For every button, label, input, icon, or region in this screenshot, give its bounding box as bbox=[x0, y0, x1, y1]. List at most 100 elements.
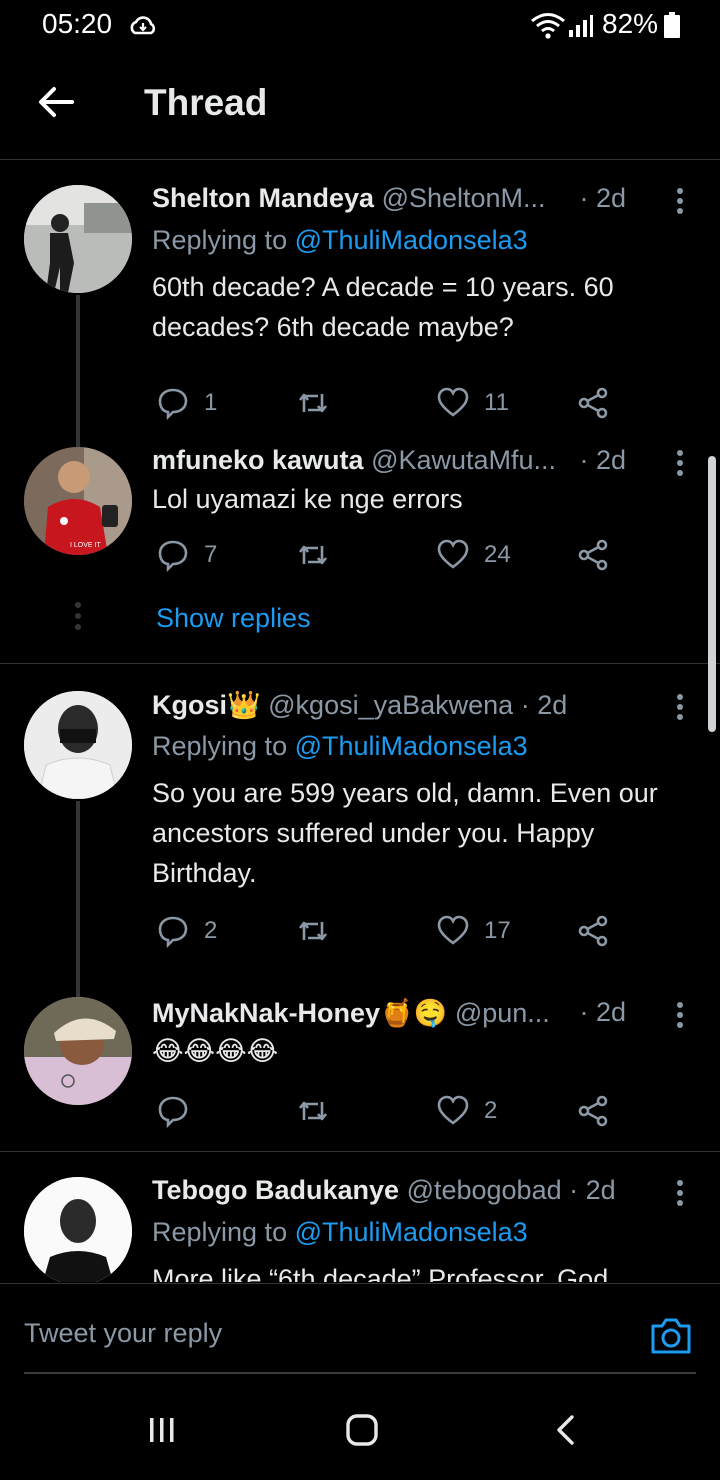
composer-underline bbox=[24, 1372, 696, 1374]
retweet-icon bbox=[298, 1101, 328, 1121]
share-icon bbox=[578, 539, 608, 571]
thread-line bbox=[76, 295, 80, 465]
avatar[interactable] bbox=[24, 997, 132, 1105]
replying-to: Replying to @ThuliMadonsela3 bbox=[152, 225, 528, 256]
thread-feed[interactable]: Shelton Mandeya @SheltonM... · 2d Replyi… bbox=[0, 161, 720, 1282]
share-icon bbox=[578, 1095, 608, 1127]
battery-icon bbox=[664, 12, 680, 38]
author-name[interactable]: Kgosi👑 bbox=[152, 690, 261, 720]
tweet-item[interactable]: MyNakNak-Honey🍯🤤 @pun... · 2d 😂😂😂😂 2 bbox=[0, 997, 720, 1147]
reply-composer: Tweet your reply bbox=[0, 1283, 720, 1375]
reply-icon bbox=[158, 388, 188, 420]
tweet-time: · 2d bbox=[579, 183, 626, 213]
home-icon[interactable] bbox=[344, 1412, 380, 1448]
like-count: 11 bbox=[484, 389, 509, 416]
more-options-icon[interactable] bbox=[676, 693, 684, 721]
share-button[interactable] bbox=[576, 1091, 624, 1131]
show-replies-link[interactable]: Show replies bbox=[156, 603, 311, 634]
reply-button[interactable] bbox=[156, 1091, 204, 1131]
reply-button[interactable]: 1 bbox=[156, 383, 217, 423]
author-handle[interactable]: @KawutaMfu... bbox=[371, 445, 556, 475]
signal-icon bbox=[569, 15, 593, 37]
tweet-item[interactable]: I LOVE IT mfuneko kawuta @KawutaMfu... ·… bbox=[0, 445, 720, 625]
tweet-time: · 2d bbox=[579, 445, 626, 475]
cloud-sync-icon bbox=[130, 16, 156, 35]
tweet-text: 60th decade? A decade = 10 years. 60 dec… bbox=[152, 272, 614, 342]
like-button[interactable]: 17 bbox=[436, 911, 511, 951]
reply-count: 7 bbox=[204, 541, 218, 568]
reply-count: 2 bbox=[204, 917, 218, 944]
retweet-button[interactable] bbox=[296, 383, 344, 423]
scrollbar-thumb[interactable] bbox=[708, 456, 716, 732]
back-arrow-icon[interactable] bbox=[36, 82, 76, 122]
author-name[interactable]: mfuneko kawuta bbox=[152, 445, 364, 475]
avatar[interactable]: I LOVE IT bbox=[24, 447, 132, 555]
reply-icon bbox=[158, 540, 188, 572]
tweet-header: Shelton Mandeya @SheltonM... · 2d bbox=[152, 183, 690, 219]
retweet-button[interactable] bbox=[296, 1091, 344, 1131]
author-name[interactable]: Tebogo Badukanye bbox=[152, 1175, 399, 1205]
retweet-button[interactable] bbox=[296, 535, 344, 575]
tweet-actions: 2 bbox=[152, 1091, 632, 1131]
nav-back-icon[interactable] bbox=[552, 1414, 580, 1446]
reply-button[interactable]: 7 bbox=[156, 535, 217, 575]
mention-link[interactable]: @ThuliMadonsela3 bbox=[295, 731, 528, 761]
share-button[interactable] bbox=[576, 535, 624, 575]
reply-input[interactable]: Tweet your reply bbox=[24, 1318, 222, 1349]
more-options-icon[interactable] bbox=[676, 1179, 684, 1207]
share-button[interactable] bbox=[576, 383, 624, 423]
reply-count: 1 bbox=[204, 389, 218, 416]
author-handle[interactable]: @SheltonM... bbox=[382, 183, 546, 213]
avatar[interactable] bbox=[24, 185, 132, 293]
retweet-button[interactable] bbox=[296, 911, 344, 951]
tweet-item[interactable]: Tebogo Badukanye @tebogobad · 2d Replyin… bbox=[0, 1175, 720, 1282]
page-title: Thread bbox=[144, 82, 268, 123]
reply-icon bbox=[158, 916, 188, 948]
avatar[interactable] bbox=[24, 1177, 132, 1282]
heart-icon bbox=[437, 915, 469, 945]
avatar-caption: I LOVE IT bbox=[70, 542, 101, 549]
author-handle[interactable]: @pun... bbox=[455, 998, 550, 1028]
like-button[interactable]: 2 bbox=[436, 1091, 497, 1131]
like-button[interactable]: 24 bbox=[436, 535, 511, 575]
tweet-item[interactable]: Shelton Mandeya @SheltonM... · 2d Replyi… bbox=[0, 183, 720, 465]
avatar[interactable] bbox=[24, 691, 132, 799]
app-bar: Thread bbox=[0, 52, 720, 160]
status-time: 05:20 bbox=[42, 8, 113, 39]
share-icon bbox=[578, 915, 608, 947]
camera-icon[interactable] bbox=[648, 1312, 694, 1358]
tweet-header: Kgosi👑 @kgosi_yaBakwena · 2d bbox=[152, 689, 690, 725]
author-handle[interactable]: @kgosi_yaBakwena bbox=[268, 690, 513, 720]
reply-button[interactable]: 2 bbox=[156, 911, 217, 951]
author-name[interactable]: Shelton Mandeya bbox=[152, 183, 374, 213]
like-count: 17 bbox=[484, 917, 511, 944]
like-button[interactable]: 11 bbox=[436, 383, 509, 423]
battery-percent: 82% bbox=[602, 8, 659, 39]
more-options-icon[interactable] bbox=[676, 187, 684, 215]
more-replies-dots-icon bbox=[75, 602, 81, 630]
heart-icon bbox=[437, 387, 469, 417]
tweet-time: · 2d bbox=[520, 690, 568, 720]
tweet-time: · 2d bbox=[579, 997, 626, 1027]
mention-link[interactable]: @ThuliMadonsela3 bbox=[295, 1217, 528, 1247]
author-name[interactable]: MyNakNak-Honey🍯🤤 bbox=[152, 998, 447, 1028]
like-count: 24 bbox=[484, 541, 511, 568]
replying-to-label: Replying to bbox=[152, 1217, 295, 1247]
replying-to: Replying to @ThuliMadonsela3 bbox=[152, 731, 528, 762]
tweet-item[interactable]: Kgosi👑 @kgosi_yaBakwena · 2d Replying to… bbox=[0, 689, 720, 1001]
more-options-icon[interactable] bbox=[676, 1001, 684, 1029]
mention-link[interactable]: @ThuliMadonsela3 bbox=[295, 225, 528, 255]
author-handle[interactable]: @tebogobad bbox=[407, 1175, 562, 1205]
reply-icon bbox=[158, 1096, 188, 1128]
share-button[interactable] bbox=[576, 911, 624, 951]
divider bbox=[0, 1151, 720, 1152]
tweet-actions: 2 17 bbox=[152, 911, 632, 951]
wifi-icon bbox=[531, 13, 565, 39]
tweet-text: Lol uyamazi ke nge errors bbox=[152, 484, 463, 514]
replying-to: Replying to @ThuliMadonsela3 bbox=[152, 1217, 528, 1248]
tweet-actions: 1 11 bbox=[152, 383, 632, 423]
share-icon bbox=[578, 387, 608, 419]
recent-apps-icon[interactable] bbox=[146, 1414, 178, 1446]
system-nav-bar bbox=[0, 1376, 720, 1480]
more-options-icon[interactable] bbox=[676, 449, 684, 477]
